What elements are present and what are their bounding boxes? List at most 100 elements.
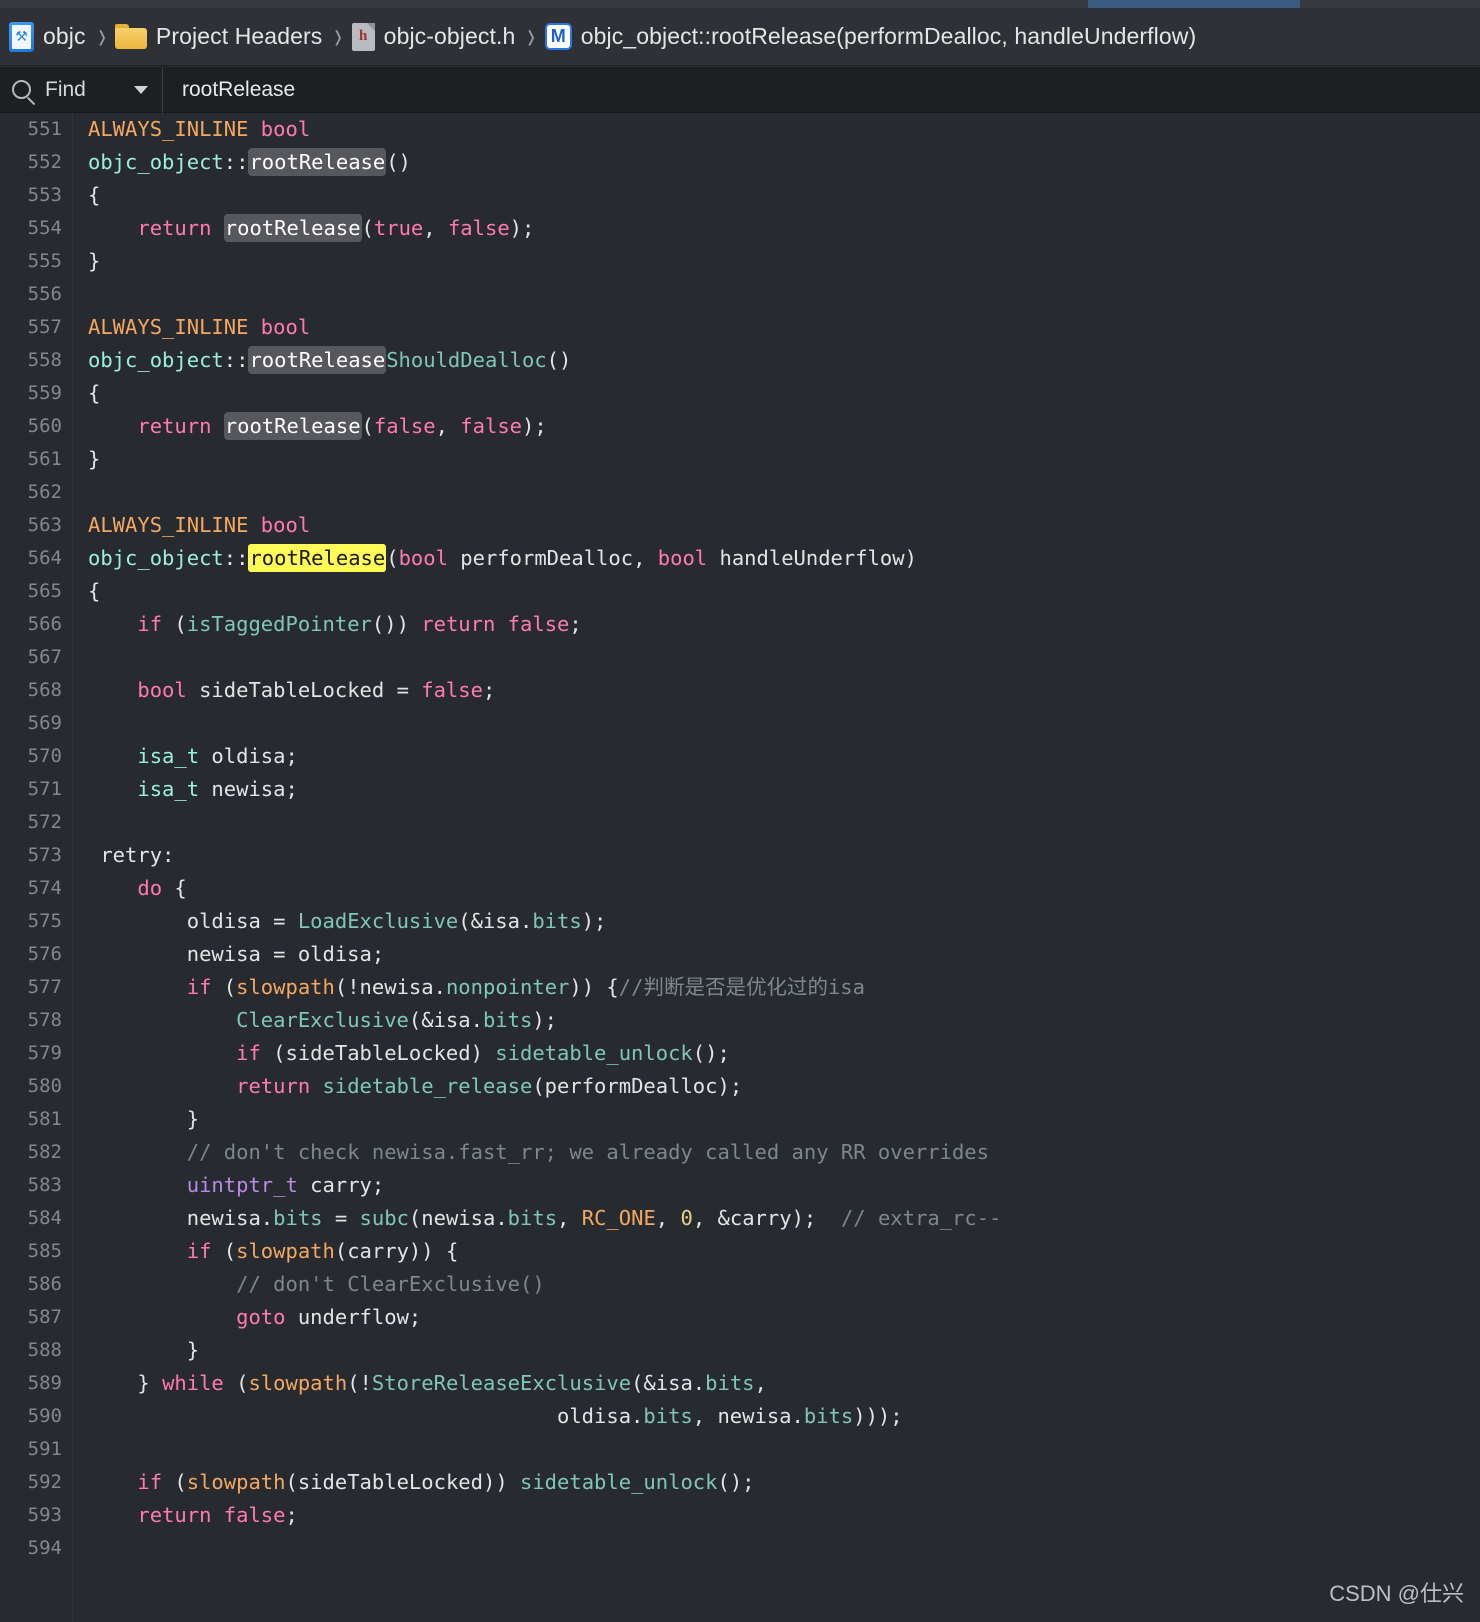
- code-token: );: [532, 1008, 558, 1032]
- code-token: if: [236, 1041, 261, 1065]
- code-line[interactable]: 585 if (slowpath(carry)) {: [0, 1235, 1480, 1268]
- code-line[interactable]: 551 ALWAYS_INLINE bool: [0, 113, 1480, 146]
- breadcrumb-item-file[interactable]: h objc-object.h: [351, 8, 518, 65]
- code-line[interactable]: 577 if (slowpath(!newisa.nonpointer)) {/…: [0, 971, 1480, 1004]
- search-input[interactable]: rootRelease: [163, 67, 1480, 113]
- code-line[interactable]: 588 }: [0, 1334, 1480, 1367]
- chevron-down-icon[interactable]: [134, 85, 148, 94]
- code-line-content: newisa = oldisa;: [88, 938, 384, 971]
- code-line[interactable]: 586 // don't ClearExclusive(): [0, 1268, 1480, 1301]
- code-line-content: if (sideTableLocked) sidetable_unlock();: [88, 1037, 730, 1070]
- code-token: );: [581, 909, 607, 933]
- code-token: ,: [754, 1371, 767, 1395]
- tab-inactive-left[interactable]: [0, 0, 1088, 8]
- code-line[interactable]: 587 goto underflow;: [0, 1301, 1480, 1334]
- code-line[interactable]: 578 ClearExclusive(&isa.bits);: [0, 1004, 1480, 1037]
- tab-active[interactable]: [1088, 0, 1300, 8]
- code-token: (&isa.: [631, 1371, 706, 1395]
- code-line[interactable]: 584 newisa.bits = subc(newisa.bits, RC_O…: [0, 1202, 1480, 1235]
- code-line[interactable]: 574 do {: [0, 872, 1480, 905]
- line-number: 564: [27, 547, 62, 569]
- code-token: sidetable_release: [322, 1074, 533, 1098]
- code-line[interactable]: 554 return rootRelease(true, false);: [0, 212, 1480, 245]
- code-line[interactable]: 582 // don't check newisa.fast_rr; we al…: [0, 1136, 1480, 1169]
- code-token: sidetable_unlock: [495, 1041, 693, 1065]
- breadcrumb-label-method: objc_object::rootRelease(performDealloc,…: [580, 23, 1197, 49]
- line-number: 568: [27, 679, 62, 701]
- breadcrumb-label-project: objc: [43, 23, 86, 49]
- code-line[interactable]: 566 if (isTaggedPointer()) return false;: [0, 608, 1480, 641]
- code-line[interactable]: 567: [0, 641, 1480, 674]
- code-line[interactable]: 592 if (slowpath(sideTableLocked)) sidet…: [0, 1466, 1480, 1499]
- line-number: 552: [27, 151, 62, 173]
- code-token: );: [509, 216, 535, 240]
- breadcrumb-item-method[interactable]: M objc_object::rootRelease(performDeallo…: [544, 8, 1199, 65]
- code-line[interactable]: 558 objc_object::rootReleaseShouldDealloc…: [0, 344, 1480, 377]
- code-token: ALWAYS_INLINE: [88, 315, 249, 339]
- code-line[interactable]: 564 objc_object::rootRelease(bool perform…: [0, 542, 1480, 575]
- line-number: 579: [27, 1042, 62, 1064]
- code-line[interactable]: 557 ALWAYS_INLINE bool: [0, 311, 1480, 344]
- code-line[interactable]: 565 {: [0, 575, 1480, 608]
- header-file-icon: h: [351, 22, 375, 51]
- code-line[interactable]: 569: [0, 707, 1480, 740]
- code-line[interactable]: 555}: [0, 245, 1480, 278]
- code-token: )));: [853, 1404, 903, 1428]
- code-line[interactable]: 581 }: [0, 1103, 1480, 1136]
- code-line[interactable]: 562: [0, 476, 1480, 509]
- code-editor[interactable]: 551 ALWAYS_INLINE bool 552 objc_object::roo…: [0, 113, 1480, 1622]
- line-number: 594: [27, 1537, 62, 1559]
- code-line[interactable]: 570 isa_t oldisa;: [0, 740, 1480, 773]
- breadcrumb-item-folder[interactable]: Project Headers: [114, 8, 324, 65]
- code-line[interactable]: 568 bool sideTableLocked = false;: [0, 674, 1480, 707]
- find-scope-selector[interactable]: Find: [0, 66, 163, 113]
- code-line[interactable]: 579 if (sideTableLocked) sidetable_unloc…: [0, 1037, 1480, 1070]
- code-line[interactable]: 563 ALWAYS_INLINE bool: [0, 509, 1480, 542]
- code-line[interactable]: 575 oldisa = LoadExclusive(&isa.bits);: [0, 905, 1480, 938]
- code-line[interactable]: 580 return sidetable_release(performDeal…: [0, 1070, 1480, 1103]
- find-bar: Find rootRelease: [0, 66, 1480, 113]
- code-line[interactable]: 593 return false;: [0, 1499, 1480, 1532]
- tab-strip[interactable]: [0, 0, 1480, 8]
- code-token: objc_object: [88, 150, 224, 174]
- code-line[interactable]: 553 {: [0, 179, 1480, 212]
- code-line[interactable]: 559 {: [0, 377, 1480, 410]
- code-line-content: goto underflow;: [88, 1301, 421, 1334]
- code-token: (&isa.: [408, 1008, 483, 1032]
- search-icon: [12, 80, 31, 99]
- line-number: 559: [27, 382, 62, 404]
- code-line[interactable]: 556: [0, 278, 1480, 311]
- code-line[interactable]: 572: [0, 806, 1480, 839]
- code-line[interactable]: 571 isa_t newisa;: [0, 773, 1480, 806]
- code-token: (: [361, 414, 374, 438]
- breadcrumb-item-project[interactable]: objc: [9, 8, 88, 65]
- tab-inactive-right[interactable]: [1300, 0, 1480, 8]
- code-token: }: [88, 1338, 200, 1362]
- code-line[interactable]: 576 newisa = oldisa;: [0, 938, 1480, 971]
- code-token: while: [162, 1371, 224, 1395]
- code-line[interactable]: 561}: [0, 443, 1480, 476]
- line-number: 562: [27, 481, 62, 503]
- code-line[interactable]: 589 } while (slowpath(!StoreReleaseExclu…: [0, 1367, 1480, 1400]
- code-line[interactable]: 560 return rootRelease(false, false);: [0, 410, 1480, 443]
- code-token: if: [186, 975, 212, 999]
- line-number: 586: [27, 1273, 62, 1295]
- code-line[interactable]: 552 objc_object::rootRelease(): [0, 146, 1480, 179]
- search-match: rootRelease: [248, 148, 387, 176]
- code-line[interactable]: 594: [0, 1532, 1480, 1565]
- line-number: 577: [27, 976, 62, 998]
- code-token: {: [88, 381, 101, 405]
- search-match: rootRelease: [223, 214, 362, 242]
- code-token: ALWAYS_INLINE: [88, 117, 249, 141]
- xcode-project-icon: [9, 21, 34, 52]
- code-line[interactable]: 583 uintptr_t carry;: [0, 1169, 1480, 1202]
- code-line[interactable]: 591: [0, 1433, 1480, 1466]
- code-line[interactable]: 590 oldisa.bits, newisa.bits)));: [0, 1400, 1480, 1433]
- line-number: 553: [27, 184, 62, 206]
- code-line[interactable]: 573 retry:: [0, 839, 1480, 872]
